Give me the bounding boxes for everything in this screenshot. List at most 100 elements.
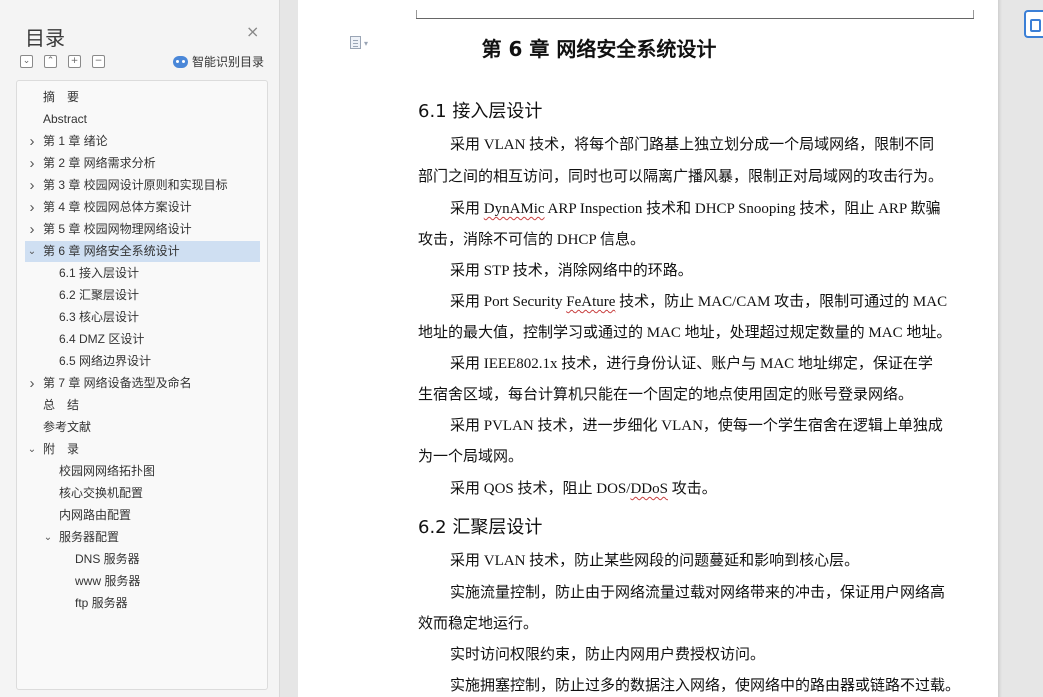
document-area: ▾ 第 6 章 网络安全系统设计 6.1 接入层设计 6.2 汇聚层设计 采用 … <box>298 0 1043 697</box>
section-heading-6-1: 6.1 接入层设计 <box>418 101 543 122</box>
spellcheck-flagged-word: DynAMic <box>483 201 545 217</box>
paragraph-line: 攻击，消除不可信的 DHCP 信息。 <box>418 228 645 249</box>
toc-item[interactable]: › 第 1 章 绪论 <box>25 131 260 152</box>
page-header-rule <box>416 18 974 19</box>
paragraph-line: 地址的最大值，控制学习或通过的 MAC 地址，处理超过规定数量的 MAC 地址。 <box>418 321 951 342</box>
text-run: 生宿舍区域，每台计算机只能在一个固定的地点使用固定的账号登录网络。 <box>418 387 914 403</box>
toc-item[interactable]: 摘 要 <box>25 87 260 108</box>
chevron-right-icon[interactable]: › <box>27 197 37 218</box>
toc-item[interactable]: DNS 服务器 <box>25 549 260 570</box>
toc-item-label: 第 4 章 校园网总体方案设计 <box>43 200 192 214</box>
toc-item-label: 摘 要 <box>43 90 80 104</box>
text-run: ARP Inspection 技术和 DHCP Snooping 技术，阻止 A… <box>544 201 941 217</box>
toc-item-label: 内网路由配置 <box>59 508 132 522</box>
text-run: 实施拥塞控制，防止过多的数据注入网络，使网络中的路由器或链路不过载。 <box>450 678 961 694</box>
robot-icon <box>173 55 188 68</box>
toc-item-label: 第 1 章 绪论 <box>43 134 108 148</box>
toc-item-label: ftp 服务器 <box>75 596 128 610</box>
toc-item-label: 第 5 章 校园网物理网络设计 <box>43 222 192 236</box>
text-run: 采用 PVLAN 技术，进一步细化 VLAN，使每一个学生宿舍在逻辑上单独成 <box>450 418 943 434</box>
paragraph-line: 采用 DynAMic ARP Inspection 技术和 DHCP Snoop… <box>450 197 940 218</box>
chevron-right-icon[interactable]: › <box>27 153 37 174</box>
paragraph-line: 采用 VLAN 技术，将每个部门路基上独立划分成一个局域网络，限制不同 <box>450 133 934 154</box>
toc-item[interactable]: ⌄ 附 录 <box>25 439 260 460</box>
text-run: 采用 QOS 技术，阻止 DOS/ <box>450 481 631 497</box>
toc-item[interactable]: › 第 5 章 校园网物理网络设计 <box>25 219 260 240</box>
toc-item-label: 参考文献 <box>43 420 92 434</box>
toc-item-label: Abstract <box>43 112 88 126</box>
toc-item[interactable]: ⌄ 第 6 章 网络安全系统设计 <box>25 241 260 262</box>
spellcheck-flagged-word: FeAture <box>566 294 616 310</box>
paragraph-line: 为一个局域网。 <box>418 445 523 466</box>
toc-item[interactable]: 参考文献 <box>25 417 260 438</box>
toc-item-label: 第 6 章 网络安全系统设计 <box>43 244 180 258</box>
toc-item-label: 6.4 DMZ 区设计 <box>59 332 145 346</box>
paragraph-line: 采用 Port Security FeAture 技术，防止 MAC/CAM 攻… <box>450 290 947 311</box>
toc-item-label: www 服务器 <box>75 574 141 588</box>
chevron-down-icon[interactable]: ⌄ <box>43 527 53 548</box>
expand-up-button[interactable]: ⌃ <box>44 55 57 68</box>
toc-item-label: 第 7 章 网络设备选型及命名 <box>43 376 192 390</box>
toc-item[interactable]: › 第 4 章 校园网总体方案设计 <box>25 197 260 218</box>
paragraph-line: 采用 IEEE802.1x 技术，进行身份认证、账户与 MAC 地址绑定，保证在… <box>450 352 933 373</box>
toc-item[interactable]: ftp 服务器 <box>25 593 260 614</box>
chevron-right-icon[interactable]: › <box>27 219 37 240</box>
toc-item[interactable]: › 第 2 章 网络需求分析 <box>25 153 260 174</box>
chevron-down-icon[interactable]: ⌄ <box>27 439 37 460</box>
toc-item[interactable]: 6.2 汇聚层设计 <box>25 285 260 306</box>
toc-item[interactable]: › 第 3 章 校园网设计原则和实现目标 <box>25 175 260 196</box>
toc-item[interactable]: www 服务器 <box>25 571 260 592</box>
collapse-all-button[interactable]: ⌄ <box>20 55 33 68</box>
text-run: 地址的最大值，控制学习或通过的 MAC 地址，处理超过规定数量的 MAC 地址。 <box>418 325 952 341</box>
paragraph-line: 采用 VLAN 技术，防止某些网段的问题蔓延和影响到核心层。 <box>450 549 859 570</box>
toc-item[interactable]: 校园网网络拓扑图 <box>25 461 260 482</box>
chevron-down-icon[interactable]: ⌄ <box>27 241 37 262</box>
text-run: 采用 VLAN 技术，将每个部门路基上独立划分成一个局域网络，限制不同 <box>450 137 935 153</box>
toc-item-label: 总 结 <box>43 398 80 412</box>
toc-item-label: 校园网网络拓扑图 <box>59 464 156 478</box>
spellcheck-flagged-word: DDoS <box>630 481 668 497</box>
toc-item[interactable]: 内网路由配置 <box>25 505 260 526</box>
toc-item-label: 6.5 网络边界设计 <box>59 354 152 368</box>
chevron-right-icon[interactable]: › <box>27 373 37 394</box>
text-run: 实时访问权限约束，防止内网用户费授权访问。 <box>450 647 766 663</box>
text-run: 为一个局域网。 <box>418 449 524 465</box>
chevron-right-icon[interactable]: › <box>27 175 37 196</box>
paragraph-line: 实施拥塞控制，防止过多的数据注入网络，使网络中的路由器或链路不过载。 <box>450 674 960 695</box>
toc-item[interactable]: Abstract <box>25 109 260 130</box>
chevron-right-icon[interactable]: › <box>27 131 37 152</box>
text-run: 采用 Port Security <box>450 294 567 310</box>
paragraph-line: 部门之间的相互访问，同时也可以隔离广播风暴，限制正对局域网的攻击行为。 <box>418 165 943 186</box>
text-run: 效而稳定地运行。 <box>418 616 539 632</box>
text-run: 实施流量控制，防止由于网络流量过载对网络带来的冲击，保证用户网络高 <box>450 585 946 601</box>
toc-item[interactable]: › 第 7 章 网络设备选型及命名 <box>25 373 260 394</box>
toc-item-label: DNS 服务器 <box>75 552 140 566</box>
paragraph-line: 采用 PVLAN 技术，进一步细化 VLAN，使每一个学生宿舍在逻辑上单独成 <box>450 414 943 435</box>
toc-item[interactable]: 总 结 <box>25 395 260 416</box>
toc-item-label: 6.1 接入层设计 <box>59 266 140 280</box>
remove-heading-button[interactable]: − <box>92 55 105 68</box>
paragraph-line: 生宿舍区域，每台计算机只能在一个固定的地点使用固定的账号登录网络。 <box>418 383 913 404</box>
toc-item[interactable]: ⌄ 服务器配置 <box>25 527 260 548</box>
toc-item[interactable]: 6.4 DMZ 区设计 <box>25 329 260 350</box>
toc-item[interactable]: 6.1 接入层设计 <box>25 263 260 284</box>
toc-item-label: 6.3 核心层设计 <box>59 310 140 324</box>
toc-item[interactable]: 核心交换机配置 <box>25 483 260 504</box>
toc-item-label: 第 2 章 网络需求分析 <box>43 156 156 170</box>
document-page: ▾ 第 6 章 网络安全系统设计 6.1 接入层设计 6.2 汇聚层设计 采用 … <box>298 0 998 697</box>
toc-item-label: 6.2 汇聚层设计 <box>59 288 140 302</box>
section-heading-6-2: 6.2 汇聚层设计 <box>418 517 543 538</box>
toc-item[interactable]: 6.5 网络边界设计 <box>25 351 260 372</box>
add-heading-button[interactable]: + <box>68 55 81 68</box>
text-run: 采用 IEEE802.1x 技术，进行身份认证、账户与 MAC 地址绑定，保证在… <box>450 356 933 372</box>
toc-item-label: 附 录 <box>43 442 80 456</box>
paragraph-line: 效而稳定地运行。 <box>418 612 538 633</box>
side-panel-toggle-icon[interactable] <box>1024 10 1043 38</box>
paragraph-line: 采用 QOS 技术，阻止 DOS/DDoS 攻击。 <box>450 477 717 498</box>
toc-item-label: 服务器配置 <box>59 530 120 544</box>
toc-item[interactable]: 6.3 核心层设计 <box>25 307 260 328</box>
toc-navigation-pane: 目录 × ⌄ ⌃ + − 智能识别目录 摘 要 Abstract › 第 1 章 绪论… <box>0 0 280 697</box>
paragraph-line: 实时访问权限约束，防止内网用户费授权访问。 <box>450 643 765 664</box>
paragraph-line: 采用 STP 技术，消除网络中的环路。 <box>450 259 693 280</box>
text-run: 采用 STP 技术，消除网络中的环路。 <box>450 263 693 279</box>
